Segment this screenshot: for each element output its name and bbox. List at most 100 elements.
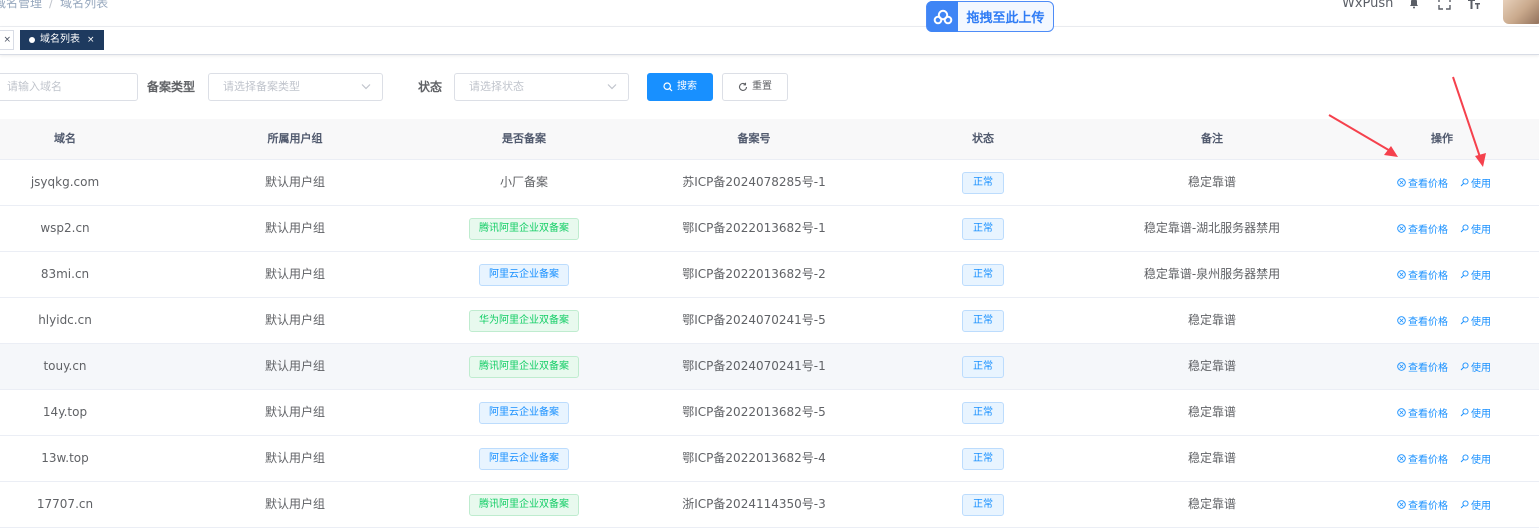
use-link[interactable]: 使用	[1460, 313, 1491, 328]
cell-domain: hlyidc.cn	[0, 298, 130, 343]
tag-previous-close[interactable]: ×	[3, 35, 11, 45]
view-price-link[interactable]: 查看价格	[1397, 267, 1448, 282]
cell-domain-text: hlyidc.cn	[38, 313, 92, 327]
cell-icp-text: 鄂ICP备2022013682号-4	[682, 451, 826, 465]
search-button-label: 搜索	[677, 81, 697, 92]
record-type-badge: 腾讯阿里企业双备案	[469, 217, 579, 240]
view-price-link[interactable]: 查看价格	[1397, 221, 1448, 236]
tag-domain-list[interactable]: 域名列表 ×	[20, 30, 104, 50]
use-label: 使用	[1471, 455, 1491, 466]
avatar[interactable]	[1503, 0, 1539, 24]
view-price-link[interactable]: 查看价格	[1397, 451, 1448, 466]
bell-icon[interactable]	[1405, 0, 1423, 12]
cell-icp-text: 鄂ICP备2024070241号-5	[682, 313, 826, 327]
table-header: 域名 所属用户组 是否备案 备案号 状态 备注 操作	[0, 119, 1539, 160]
use-link[interactable]: 使用	[1460, 497, 1491, 512]
th-remark: 备注	[1201, 132, 1223, 145]
table-row[interactable]: hlyidc.cn 默认用户组 华为阿里企业双备案 鄂ICP备2024070241号-…	[0, 298, 1539, 344]
cell-remark: 稳定靠谱-湖北服务器禁用	[1112, 206, 1312, 251]
cell-record: 腾讯阿里企业双备案	[424, 344, 624, 389]
table-row[interactable]: 83mi.cn 默认用户组 阿里云企业备案 鄂ICP备2022013682号-2 正常 稳…	[0, 252, 1539, 298]
tag-previous[interactable]: ×	[0, 30, 14, 50]
use-icon	[1460, 362, 1469, 371]
table-row[interactable]: 13w.top 默认用户组 阿里云企业备案 鄂ICP备2022013682号-4 正常 稳…	[0, 436, 1539, 482]
record-type-badge: 阿里云企业备案	[479, 447, 569, 470]
record-type-placeholder: 请选择备案类型	[223, 80, 300, 93]
table-body: jsyqkg.com 默认用户组 小厂备案 苏ICP备2024078285号-1 正常稳…	[0, 160, 1539, 528]
cell-remark: 稳定靠谱	[1112, 436, 1312, 481]
use-link[interactable]: 使用	[1460, 359, 1491, 374]
cloud-upload-icon	[927, 1, 958, 32]
use-label: 使用	[1471, 409, 1491, 420]
font-size-icon[interactable]	[1465, 0, 1483, 12]
cell-record: 阿里云企业备案	[424, 390, 624, 435]
cell-group-text: 默认用户组	[264, 405, 325, 419]
cell-remark: 稳定靠谱	[1112, 160, 1312, 205]
cell-remark: 稳定靠谱	[1112, 482, 1312, 527]
view-price-label: 查看价格	[1408, 363, 1448, 374]
cell-group: 默认用户组	[195, 482, 395, 527]
view-price-link[interactable]: 查看价格	[1397, 175, 1448, 190]
table-row[interactable]: touy.cn 默认用户组 腾讯阿里企业双备案 鄂ICP备2024070241号-1 正…	[0, 344, 1539, 390]
table-row[interactable]: 14y.top 默认用户组 阿里云企业备案 鄂ICP备2022013682号-5 正常 稳…	[0, 390, 1539, 436]
cell-group: 默认用户组	[195, 344, 395, 389]
cell-group-text: 默认用户组	[264, 451, 325, 465]
use-link[interactable]: 使用	[1460, 175, 1491, 190]
view-price-link[interactable]: 查看价格	[1397, 497, 1448, 512]
use-link[interactable]: 使用	[1460, 267, 1491, 282]
record-type-badge: 阿里云企业备案	[479, 263, 569, 286]
domain-input[interactable]: 请输入域名	[0, 73, 138, 101]
cell-icp-text: 鄂ICP备2022013682号-1	[682, 221, 826, 235]
record-type-badge: 腾讯阿里企业双备案	[469, 493, 579, 516]
table-row[interactable]: jsyqkg.com 默认用户组 小厂备案 苏ICP备2024078285号-1 正常 稳…	[0, 160, 1539, 206]
th-group: 所属用户组	[267, 132, 323, 145]
cell-remark-text: 稳定靠谱	[1187, 405, 1236, 419]
cell-remark-text: 稳定靠谱-湖北服务器禁用	[1143, 221, 1281, 235]
view-price-link[interactable]: 查看价格	[1397, 405, 1448, 420]
cell-remark-text: 稳定靠谱	[1187, 451, 1236, 465]
view-price-label: 查看价格	[1408, 317, 1448, 328]
view-price-label: 查看价格	[1408, 455, 1448, 466]
cell-status: 正常	[933, 206, 1033, 251]
use-icon	[1460, 270, 1469, 279]
status-badge: 正常	[962, 355, 1004, 378]
cell-icp: 鄂ICP备2022013682号-5	[654, 390, 854, 435]
view-price-label: 查看价格	[1408, 179, 1448, 190]
cell-icp: 鄂ICP备2022013682号-1	[654, 206, 854, 251]
username[interactable]: WxPush	[1342, 0, 1393, 11]
fullscreen-icon[interactable]	[1435, 0, 1453, 12]
record-type-select[interactable]: 请选择备案类型	[208, 73, 383, 101]
search-button[interactable]: 搜索	[647, 73, 713, 101]
th-ops: 操作	[1431, 132, 1453, 145]
cell-domain: jsyqkg.com	[0, 160, 130, 205]
cell-remark-text: 稳定靠谱	[1187, 497, 1236, 511]
row-actions: 查看价格 使用	[1397, 390, 1491, 435]
use-link[interactable]: 使用	[1460, 451, 1491, 466]
use-icon	[1460, 224, 1469, 233]
status-select[interactable]: 请选择状态	[454, 73, 629, 101]
table-row[interactable]: 17707.cn 默认用户组 腾讯阿里企业双备案 浙ICP备2024114350号-3…	[0, 482, 1539, 528]
table-row[interactable]: wsp2.cn 默认用户组 腾讯阿里企业双备案 鄂ICP备2022013682号-1 正…	[0, 206, 1539, 252]
view-price-link[interactable]: 查看价格	[1397, 313, 1448, 328]
view-price-icon	[1397, 500, 1406, 509]
breadcrumb-parent[interactable]: 域名管理	[0, 0, 42, 10]
use-link[interactable]: 使用	[1460, 405, 1491, 420]
cell-domain: 17707.cn	[0, 482, 130, 527]
view-price-link[interactable]: 查看价格	[1397, 359, 1448, 374]
cell-icp-text: 鄂ICP备2024070241号-1	[682, 359, 826, 373]
view-price-icon	[1397, 178, 1406, 187]
use-link[interactable]: 使用	[1460, 221, 1491, 236]
use-icon	[1460, 408, 1469, 417]
status-badge: 正常	[962, 493, 1004, 516]
cell-status: 正常	[933, 482, 1033, 527]
use-label: 使用	[1471, 501, 1491, 512]
upload-dropzone[interactable]: 拖拽至此上传	[926, 1, 1054, 32]
status-badge: 正常	[962, 217, 1004, 240]
reset-button[interactable]: 重置	[722, 73, 788, 101]
tag-close-icon[interactable]: ×	[87, 30, 95, 50]
cell-group-text: 默认用户组	[264, 359, 325, 373]
use-label: 使用	[1471, 317, 1491, 328]
view-price-icon	[1397, 224, 1406, 233]
cell-domain-text: 13w.top	[41, 451, 89, 465]
use-icon	[1460, 454, 1469, 463]
